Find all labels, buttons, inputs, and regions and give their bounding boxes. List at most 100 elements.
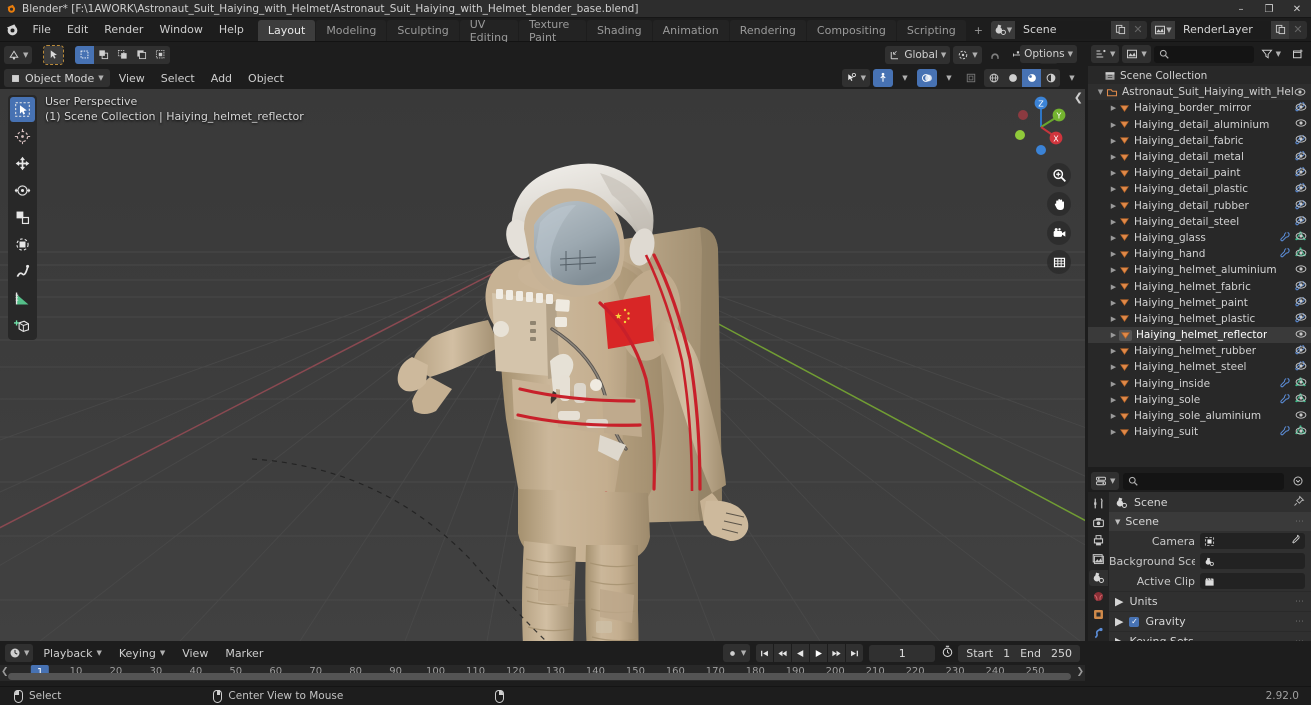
outliner-display-mode-button[interactable]: ▼ (1122, 45, 1151, 63)
object-visibility-icon[interactable] (1295, 409, 1307, 424)
end-frame-value[interactable]: 250 (1051, 647, 1072, 660)
wireframe-shading-icon[interactable] (984, 69, 1003, 87)
outliner-row-object[interactable]: ▶ Haiying_helmet_plastic (1088, 311, 1311, 327)
pin-icon[interactable] (1293, 495, 1305, 510)
object-visibility-selector[interactable]: ▼ (841, 69, 870, 87)
jump-to-end-button[interactable] (846, 644, 864, 662)
sidebar-toggle-arrow[interactable]: ❮ (1074, 91, 1083, 104)
object-visibility-icon[interactable] (1295, 376, 1307, 391)
current-frame-field[interactable]: 1 (869, 644, 936, 662)
scale-tool[interactable] (10, 205, 35, 230)
collection-visibility-icon[interactable] (1294, 86, 1309, 98)
outliner-row-collection[interactable]: ▼ Astronaut_Suit_Haiying_with_Hel (1088, 84, 1311, 101)
add-workspace-button[interactable]: + (967, 20, 990, 41)
eyedropper-icon[interactable] (1290, 534, 1301, 548)
outliner-filter-icon[interactable]: ▼ (1257, 45, 1285, 63)
outliner-row-object[interactable]: ▶ Haiying_sole (1088, 392, 1311, 408)
minimize-button[interactable]: – (1227, 0, 1255, 18)
scene-selector[interactable]: ▼ Scene ✕ (991, 20, 1147, 39)
annotate-tool[interactable] (10, 259, 35, 284)
outliner-row-object[interactable]: ▶ Haiying_detail_aluminium (1088, 117, 1311, 133)
tab-scene[interactable] (1089, 570, 1108, 586)
new-viewlayer-button[interactable] (1271, 20, 1289, 39)
object-visibility-icon[interactable] (1295, 230, 1307, 245)
object-disclosure-icon[interactable]: ▶ (1108, 234, 1119, 242)
object-disclosure-icon[interactable]: ▶ (1108, 185, 1119, 193)
outliner-row-object[interactable]: ▶ Haiying_glass (1088, 230, 1311, 246)
material-preview-icon[interactable] (1022, 69, 1041, 87)
tab-modeling[interactable]: Modeling (316, 20, 387, 41)
shading-dropdown[interactable]: ▼ (1063, 69, 1081, 87)
viewlayer-name[interactable]: RenderLayer (1175, 20, 1271, 39)
snap-magnet-icon[interactable] (985, 46, 1005, 64)
timeline-scrollbar[interactable] (8, 673, 1071, 680)
object-disclosure-icon[interactable]: ▶ (1108, 266, 1119, 274)
gravity-subpanel[interactable]: ▶ ✓ Gravity ⋯ (1109, 611, 1311, 631)
select-box-tool[interactable] (10, 97, 35, 122)
zoom-icon[interactable] (1047, 163, 1071, 187)
solid-shading-icon[interactable] (1003, 69, 1022, 87)
transform-orientation-selector[interactable]: Global ▼ (885, 45, 951, 64)
show-gizmo-toggle[interactable] (873, 69, 893, 87)
modifier-icon[interactable] (1280, 377, 1291, 391)
outliner-row-object[interactable]: ▶ Haiying_helmet_reflector (1088, 327, 1311, 344)
rendered-shading-icon[interactable] (1041, 69, 1060, 87)
rotate-tool[interactable] (10, 178, 35, 203)
outliner-row-object[interactable]: ▶ Haiying_helmet_aluminium (1088, 262, 1311, 278)
add-cube-tool[interactable] (10, 313, 35, 338)
select-extend-icon[interactable] (94, 46, 113, 64)
object-visibility-icon[interactable] (1295, 117, 1307, 132)
select-intersect-icon[interactable] (151, 46, 170, 64)
object-visibility-icon[interactable] (1295, 328, 1307, 343)
tab-tool[interactable] (1089, 496, 1108, 512)
modifier-icon[interactable] (1280, 393, 1291, 407)
timeline-menu-playback[interactable]: Playback ▼ (36, 644, 108, 663)
properties-editor-type-button[interactable]: ▼ (1091, 472, 1120, 490)
tab-compositing[interactable]: Compositing (806, 20, 896, 41)
object-disclosure-icon[interactable]: ▶ (1108, 283, 1119, 291)
outliner-row-object[interactable]: ▶ Haiying_detail_paint (1088, 165, 1311, 181)
scene-panel-header[interactable]: ▼ Scene ⋯ (1109, 512, 1311, 531)
tab-animation[interactable]: Animation (652, 20, 729, 41)
object-visibility-icon[interactable] (1295, 182, 1307, 197)
object-disclosure-icon[interactable]: ▶ (1108, 121, 1119, 129)
tab-view-layer[interactable] (1089, 552, 1108, 568)
measure-tool[interactable] (10, 286, 35, 311)
object-disclosure-icon[interactable]: ▶ (1108, 104, 1119, 112)
object-visibility-icon[interactable] (1295, 150, 1307, 165)
outliner-editor-type-button[interactable]: ▼ (1091, 45, 1120, 63)
timeline-menu-marker[interactable]: Marker (218, 644, 270, 663)
tab-render[interactable] (1089, 515, 1108, 531)
object-disclosure-icon[interactable]: ▶ (1108, 380, 1119, 388)
outliner-search-input[interactable] (1153, 45, 1254, 63)
object-disclosure-icon[interactable]: ▶ (1108, 153, 1119, 161)
active-clip-field[interactable] (1200, 573, 1305, 589)
play-button[interactable] (810, 644, 828, 662)
show-overlays-toggle[interactable] (917, 69, 937, 87)
overlays-dropdown[interactable]: ▼ (940, 69, 958, 87)
object-disclosure-icon[interactable]: ▶ (1108, 202, 1119, 210)
select-tool-button[interactable] (43, 44, 65, 65)
tab-scripting[interactable]: Scripting (896, 20, 966, 41)
object-disclosure-icon[interactable]: ▶ (1108, 428, 1119, 436)
outliner-row-object[interactable]: ▶ Haiying_helmet_paint (1088, 295, 1311, 311)
options-button[interactable]: Options ▼ (1020, 45, 1077, 63)
interaction-mode-selector[interactable]: Object Mode ▼ (4, 69, 110, 87)
modifier-icon[interactable] (1280, 425, 1291, 439)
timeline-editor-type-button[interactable]: ▼ (5, 644, 34, 662)
auto-keying-toggle[interactable]: ▼ (722, 644, 751, 662)
units-subpanel[interactable]: ▶ Units ⋯ (1109, 591, 1311, 611)
close-button[interactable]: ✕ (1283, 0, 1311, 18)
outliner-row-object[interactable]: ▶ Haiying_detail_steel (1088, 214, 1311, 230)
editor-type-selector[interactable]: ▼ (4, 45, 33, 64)
outliner-new-collection-icon[interactable] (1288, 45, 1308, 63)
viewlayer-selector[interactable]: ▼ RenderLayer ✕ (1151, 20, 1307, 39)
outliner-row-object[interactable]: ▶ Haiying_detail_metal (1088, 149, 1311, 165)
viewport-menu-view[interactable]: View (112, 69, 152, 88)
modifier-icon[interactable] (1280, 247, 1291, 261)
outliner-row-object[interactable]: ▶ Haiying_sole_aluminium (1088, 408, 1311, 424)
menu-render[interactable]: Render (96, 18, 151, 42)
menu-help[interactable]: Help (211, 18, 252, 42)
tab-rendering[interactable]: Rendering (729, 20, 806, 41)
object-disclosure-icon[interactable]: ▶ (1108, 412, 1119, 420)
